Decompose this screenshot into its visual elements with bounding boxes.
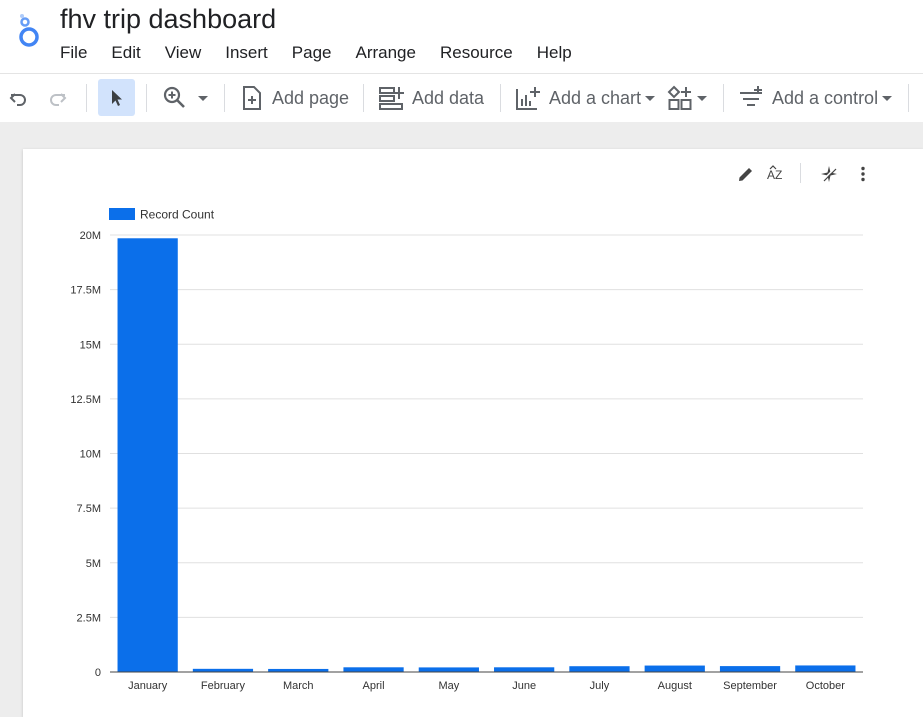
add-chart-label: Add a chart: [549, 87, 642, 108]
menu-edit[interactable]: Edit: [99, 41, 152, 65]
undo-button[interactable]: [6, 74, 30, 122]
chevron-down-icon: [697, 96, 707, 101]
grid-lines: [110, 234, 863, 618]
zoom-button[interactable]: [162, 74, 212, 122]
redo-button[interactable]: [46, 74, 70, 122]
chart-legend[interactable]: Record Count: [109, 208, 215, 222]
menu-resource[interactable]: Resource: [428, 41, 525, 65]
chevron-down-icon: [645, 96, 656, 101]
bar-september[interactable]: [719, 666, 781, 672]
y-tick-label: 2.5M: [77, 612, 101, 624]
app-header: fhv trip dashboard File Edit View Insert…: [0, 0, 923, 72]
toolbar-divider: [723, 84, 724, 112]
chevron-down-icon: [882, 96, 893, 101]
x-tick-label: February: [201, 680, 246, 692]
y-tick-label: 7.5M: [77, 503, 101, 515]
toolbar-divider: [908, 84, 909, 112]
y-tick-label: 12.5M: [70, 394, 101, 406]
toolbar-divider: [224, 84, 225, 112]
bar-january[interactable]: [117, 238, 178, 672]
x-tick-label: July: [590, 680, 610, 692]
bar-june[interactable]: [494, 667, 555, 672]
bar-august[interactable]: [644, 665, 705, 672]
add-page-icon: [243, 86, 261, 110]
report-page[interactable]: AZ 0 2.5M 5M 7.5M 10M 12.5M 15M 17.5M 20M Januar…: [23, 149, 923, 717]
add-page-button[interactable]: Add page: [240, 74, 349, 122]
x-tick-label: January: [128, 680, 168, 692]
x-tick-label: April: [363, 680, 385, 692]
filter-control-icon: [740, 86, 762, 106]
add-component-button[interactable]: [667, 74, 709, 122]
components-icon: [667, 85, 692, 110]
x-tick-label: June: [512, 680, 536, 692]
x-axis-ticks: January February March April May June July Augu…: [128, 680, 845, 692]
x-tick-label: March: [283, 680, 314, 692]
y-tick-label: 0: [95, 667, 101, 679]
looker-studio-logo-icon[interactable]: [14, 13, 44, 49]
bars: [117, 238, 856, 672]
menu-file[interactable]: File: [48, 41, 99, 65]
y-tick-label: 15M: [80, 339, 101, 351]
bar-july[interactable]: [569, 666, 630, 672]
select-tool-button[interactable]: [98, 79, 135, 116]
menu-bar: File Edit View Insert Page Arrange Resou…: [48, 41, 584, 65]
x-tick-label: September: [723, 680, 777, 692]
menu-arrange[interactable]: Arrange: [343, 41, 427, 65]
legend-swatch: [109, 208, 135, 220]
toolbar-divider: [363, 84, 364, 112]
menu-help[interactable]: Help: [525, 41, 584, 65]
menu-view[interactable]: View: [153, 41, 214, 65]
bar-april[interactable]: [343, 667, 404, 672]
add-data-label: Add data: [412, 87, 485, 108]
cursor-icon: [111, 89, 122, 106]
add-chart-icon: [516, 87, 540, 110]
toolbar-divider: [146, 84, 147, 112]
toolbar: Add page Add data Add a chart Add a cont…: [0, 73, 923, 123]
add-data-icon: [379, 87, 404, 110]
y-tick-label: 5M: [86, 558, 101, 570]
menu-insert[interactable]: Insert: [213, 41, 280, 65]
toolbar-divider: [86, 84, 87, 112]
y-tick-label: 10M: [80, 449, 101, 461]
redo-icon: [50, 93, 67, 106]
bar-chart[interactable]: 0 2.5M 5M 7.5M 10M 12.5M 15M 17.5M 20M January Fe…: [23, 149, 923, 717]
bar-may[interactable]: [418, 667, 479, 672]
y-axis-ticks: 0 2.5M 5M 7.5M 10M 12.5M 15M 17.5M 20M: [70, 230, 101, 679]
x-tick-label: August: [658, 680, 692, 692]
bar-october[interactable]: [795, 665, 856, 672]
legend-label: Record Count: [140, 208, 215, 222]
menu-page[interactable]: Page: [280, 41, 344, 65]
undo-icon: [9, 93, 26, 106]
chevron-down-icon: [198, 96, 208, 101]
x-tick-label: May: [438, 680, 459, 692]
add-chart-button[interactable]: Add a chart: [515, 74, 657, 122]
add-data-button[interactable]: Add data: [378, 74, 484, 122]
x-tick-label: October: [806, 680, 845, 692]
add-page-label: Add page: [272, 87, 350, 108]
y-tick-label: 17.5M: [70, 285, 101, 297]
add-control-button[interactable]: Add a control: [738, 74, 894, 122]
add-control-label: Add a control: [772, 87, 879, 108]
zoom-in-icon: [163, 86, 185, 108]
y-tick-label: 20M: [80, 230, 101, 242]
toolbar-divider: [500, 84, 501, 112]
report-title[interactable]: fhv trip dashboard: [60, 4, 276, 35]
